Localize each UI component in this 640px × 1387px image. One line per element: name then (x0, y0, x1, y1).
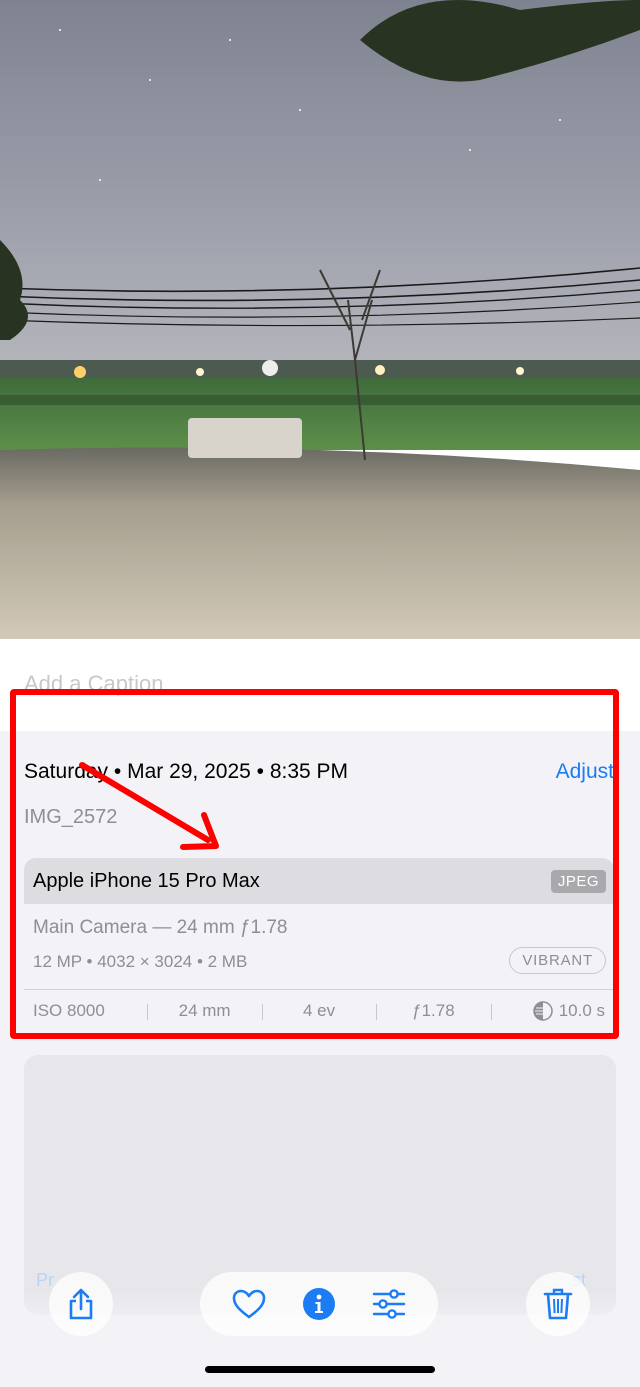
home-indicator (205, 1366, 435, 1373)
share-icon (69, 1288, 93, 1320)
adjust-date-button[interactable]: Adjust (556, 760, 614, 784)
trash-icon (543, 1288, 573, 1320)
info-icon (303, 1288, 335, 1320)
image-specs: 12 MP • 4032 × 3024 • 2 MB (33, 952, 248, 971)
exif-details: Main Camera — 24 mm ƒ1.78 12 MP • 4032 ×… (24, 904, 614, 990)
edit-button[interactable] (365, 1280, 413, 1328)
iso-value: ISO 8000 (33, 1001, 105, 1020)
aperture-stat: ƒ1.78 (376, 1001, 490, 1021)
heart-icon (232, 1289, 266, 1319)
ev-stat: 4 ev (261, 1001, 376, 1021)
focal-stat: 24 mm (147, 1001, 261, 1021)
exif-header: Apple iPhone 15 Pro Max JPEG (24, 858, 614, 904)
ev-value: 4 ev (302, 1001, 336, 1020)
shutter-speed-icon (532, 1001, 553, 1021)
info-button[interactable] (295, 1280, 343, 1328)
caption-section (0, 639, 640, 731)
aperture-value: ƒ1.78 (412, 1001, 455, 1020)
photo-preview[interactable] (0, 0, 640, 639)
date-time-label: Saturday • Mar 29, 2025 • 8:35 PM (24, 760, 349, 783)
device-name: Apple iPhone 15 Pro Max (33, 869, 260, 892)
photographic-style-badge: VIBRANT (509, 947, 606, 974)
exif-stats-row: ISO 8000 24 mm 4 ev ƒ1.78 10.0 s (24, 990, 614, 1032)
night-landscape-photo (0, 0, 640, 639)
shutter-stat: 10.0 s (490, 1001, 614, 1021)
center-toolbar (200, 1272, 438, 1336)
sliders-icon (372, 1289, 406, 1319)
focal-value: 24 mm (178, 1001, 231, 1020)
lens-info: Main Camera — 24 mm ƒ1.78 (33, 917, 288, 938)
map-faint-label-left: Pr (36, 1270, 54, 1290)
delete-button[interactable] (526, 1272, 590, 1336)
exif-card: Apple iPhone 15 Pro Max JPEG Main Camera… (24, 858, 614, 1032)
format-badge: JPEG (550, 869, 606, 893)
filename-label: IMG_2572 (24, 806, 118, 828)
share-button[interactable] (49, 1272, 113, 1336)
favorite-button[interactable] (225, 1280, 273, 1328)
iso-stat: ISO 8000 (24, 1001, 147, 1021)
caption-input[interactable] (24, 671, 584, 697)
shutter-value: 10.0 s (558, 1001, 606, 1020)
